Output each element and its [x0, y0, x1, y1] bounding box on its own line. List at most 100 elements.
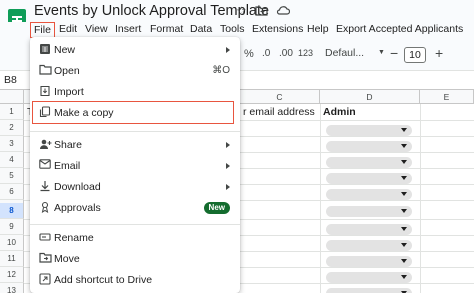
file-menu-new-label: New: [54, 44, 76, 56]
increase-decimal-icon[interactable]: .00: [279, 48, 293, 59]
dropdown-chip-d5[interactable]: [326, 173, 412, 184]
download-icon: [38, 180, 52, 194]
row-header-2[interactable]: 2: [0, 120, 24, 136]
rename-icon: [38, 231, 52, 245]
file-menu: New Open ⌘O Import Make a copy Share Ema…: [30, 37, 240, 293]
row-header-4[interactable]: 4: [0, 152, 24, 168]
file-menu-open-label: Open: [54, 65, 80, 77]
dropdown-arrow-icon: [401, 209, 407, 213]
menu-format[interactable]: Format: [150, 22, 183, 37]
cell-c1-header[interactable]: r email address: [243, 104, 315, 120]
increase-font-size-button[interactable]: +: [435, 45, 443, 61]
dropdown-chip-d10[interactable]: [326, 256, 412, 267]
file-menu-open-shortcut: ⌘O: [212, 65, 230, 76]
decrease-font-size-button[interactable]: −: [390, 45, 398, 61]
row-header-1[interactable]: 1: [0, 104, 24, 120]
font-family-select[interactable]: Defaul...: [325, 47, 364, 59]
select-all-corner[interactable]: [0, 90, 24, 104]
file-menu-move[interactable]: Move: [30, 249, 240, 269]
menu-tools[interactable]: Tools: [220, 22, 245, 37]
file-menu-approvals-label: Approvals: [54, 202, 101, 214]
file-menu-move-label: Move: [54, 253, 80, 265]
row-header-9[interactable]: 9: [0, 219, 24, 235]
file-menu-rename-label: Rename: [54, 232, 94, 244]
menu-export-accepted-applicants[interactable]: Export Accepted Applicants: [336, 22, 463, 37]
row-header-11[interactable]: 11: [0, 251, 24, 267]
dropdown-chip-d2[interactable]: [326, 125, 412, 136]
move-folder-icon: [38, 252, 52, 266]
file-menu-new[interactable]: New: [30, 40, 240, 60]
menu-divider: [30, 224, 240, 225]
dropdown-chip-d9[interactable]: [326, 240, 412, 251]
column-header-e[interactable]: E: [420, 90, 474, 104]
row-header-10[interactable]: 10: [0, 235, 24, 251]
dropdown-chip-d12[interactable]: [326, 288, 412, 293]
row-header-12[interactable]: 12: [0, 267, 24, 283]
folder-open-icon: [38, 64, 52, 78]
file-menu-rename[interactable]: Rename: [30, 228, 240, 248]
file-menu-add-shortcut-label: Add shortcut to Drive: [54, 274, 153, 286]
menu-divider: [30, 131, 240, 132]
file-menu-import[interactable]: Import: [30, 82, 240, 102]
format-percent-icon[interactable]: %: [244, 48, 254, 60]
submenu-arrow-icon: [226, 47, 230, 53]
share-person-icon: [38, 138, 52, 152]
dropdown-arrow-icon: [401, 176, 407, 180]
dropdown-chip-d7[interactable]: [326, 206, 412, 217]
submenu-arrow-icon: [226, 163, 230, 169]
row-header-5[interactable]: 5: [0, 168, 24, 184]
dropdown-arrow-icon: [401, 128, 407, 132]
title-bar: Events by Unlock Approval Template ☆: [0, 0, 474, 33]
file-menu-approvals[interactable]: Approvals New: [30, 198, 240, 218]
copy-icon: [38, 106, 52, 120]
dropdown-chip-d8[interactable]: [326, 224, 412, 235]
file-menu-add-shortcut-to-drive[interactable]: Add shortcut to Drive: [30, 270, 240, 290]
file-menu-email[interactable]: Email: [30, 156, 240, 176]
row-header-3[interactable]: 3: [0, 136, 24, 152]
move-to-folder-icon[interactable]: [255, 5, 268, 18]
file-menu-open[interactable]: Open ⌘O: [30, 61, 240, 81]
menu-bar: File Edit View Insert Format Data Tools …: [0, 22, 474, 38]
drive-shortcut-icon: [38, 273, 52, 287]
file-menu-make-a-copy[interactable]: Make a copy: [30, 103, 240, 123]
menu-help[interactable]: Help: [307, 22, 329, 37]
approvals-icon: [38, 201, 52, 215]
format-number-button[interactable]: 123: [298, 48, 313, 58]
menu-extensions[interactable]: Extensions: [252, 22, 303, 37]
new-badge: New: [203, 202, 230, 214]
menu-edit[interactable]: Edit: [59, 22, 77, 37]
submenu-arrow-icon: [226, 184, 230, 190]
row-header-8[interactable]: 8: [0, 203, 24, 219]
column-header-d[interactable]: D: [320, 90, 420, 104]
cloud-status-icon[interactable]: [276, 5, 291, 17]
submenu-arrow-icon: [226, 142, 230, 148]
column-header-c[interactable]: C: [240, 90, 320, 104]
menu-file[interactable]: File: [30, 22, 55, 38]
dropdown-chip-d11[interactable]: [326, 272, 412, 283]
email-icon: [38, 159, 52, 173]
dropdown-arrow-icon: [401, 192, 407, 196]
dropdown-chip-d3[interactable]: [326, 141, 412, 152]
document-title[interactable]: Events by Unlock Approval Template: [34, 3, 269, 19]
row-header-13[interactable]: 13: [0, 283, 24, 293]
star-icon[interactable]: ☆: [236, 5, 247, 17]
font-size-input[interactable]: 10: [404, 47, 426, 63]
menu-view[interactable]: View: [85, 22, 108, 37]
file-menu-download-label: Download: [54, 181, 101, 193]
file-menu-download[interactable]: Download: [30, 177, 240, 197]
row-header-6[interactable]: 6: [0, 184, 24, 200]
cell-d1-header[interactable]: Admin: [323, 104, 356, 120]
decrease-decimal-icon[interactable]: .0: [262, 48, 270, 59]
menu-insert[interactable]: Insert: [115, 22, 141, 37]
dropdown-chip-d4[interactable]: [326, 157, 412, 168]
file-menu-email-label: Email: [54, 160, 81, 172]
file-menu-import-label: Import: [54, 86, 84, 98]
dropdown-arrow-icon: [401, 243, 407, 247]
file-menu-share-label: Share: [54, 139, 83, 151]
dropdown-chip-d6[interactable]: [326, 189, 412, 200]
font-chevron-down-icon[interactable]: ▼: [378, 49, 385, 56]
menu-data[interactable]: Data: [190, 22, 212, 37]
file-menu-share[interactable]: Share: [30, 135, 240, 155]
name-box[interactable]: B8: [4, 74, 17, 86]
file-menu-make-a-copy-label: Make a copy: [54, 107, 114, 119]
